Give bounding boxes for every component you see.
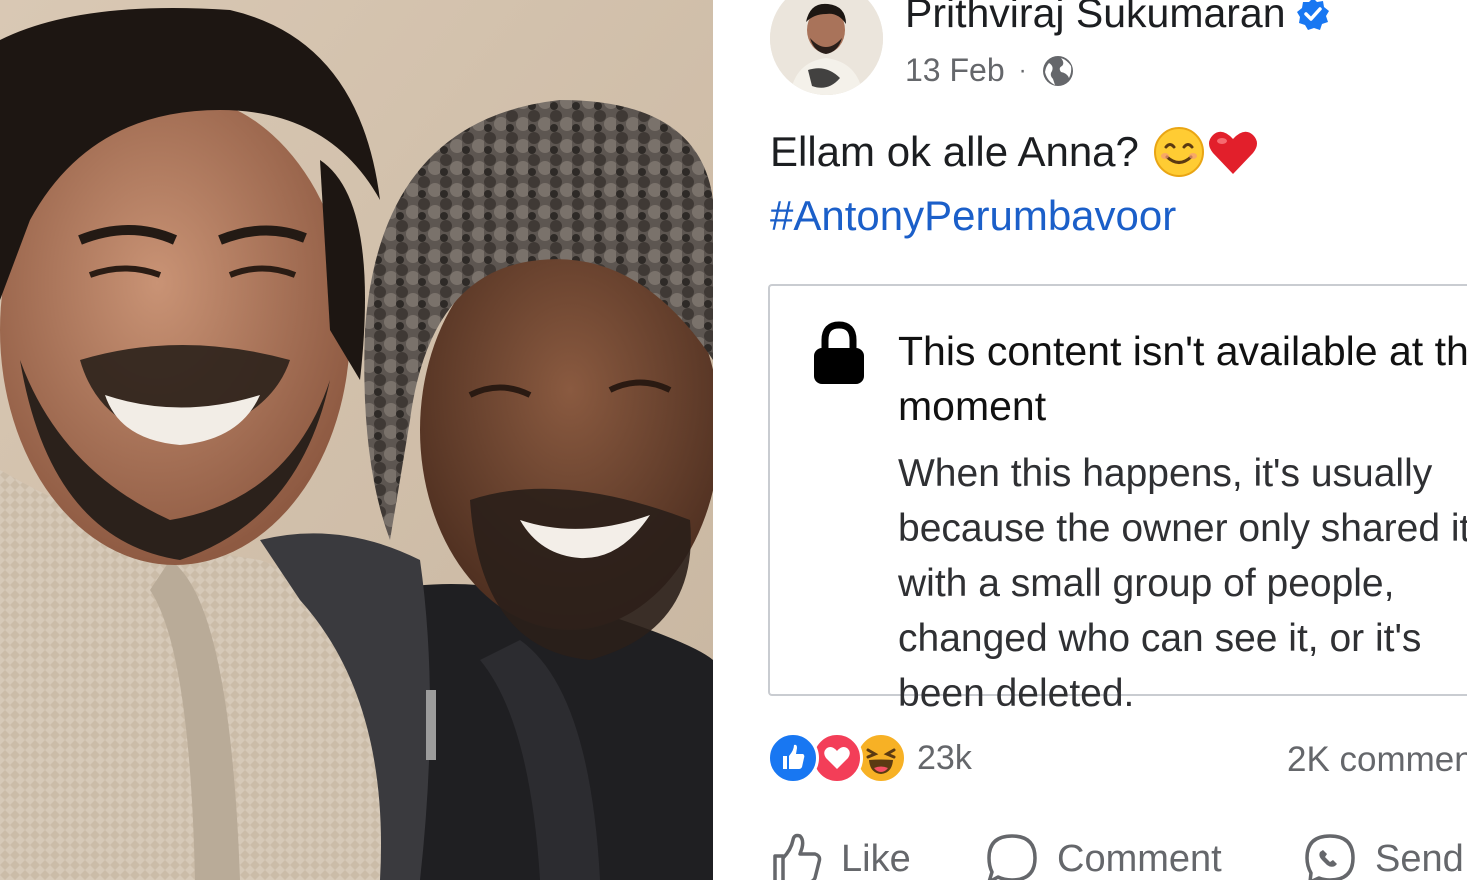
avatar-illustration [770, 0, 883, 95]
verified-badge-icon [1296, 0, 1329, 30]
send-button[interactable]: Send [1303, 832, 1464, 880]
comment-button[interactable]: Comment [985, 832, 1222, 880]
globe-icon[interactable] [1041, 54, 1075, 88]
messenger-icon [1305, 834, 1355, 880]
comment-label: Comment [1057, 837, 1222, 880]
unavailable-title: This content isn't available at the mome… [898, 328, 1467, 429]
facebook-post: Prithviraj Sukumaran 13 Feb · Ellam ok a… [713, 0, 1467, 880]
lock-icon [814, 321, 864, 384]
author-name[interactable]: Prithviraj Sukumaran [905, 0, 1286, 37]
smiling-emoji-icon [1153, 127, 1204, 177]
post-date[interactable]: 13 Feb [905, 52, 1005, 89]
like-button[interactable]: Like [769, 832, 911, 880]
meta-separator: · [1018, 56, 1027, 84]
reaction-count[interactable]: 23k [917, 739, 972, 778]
post-caption: Ellam ok alle Anna? [770, 126, 1259, 178]
like-label: Like [841, 837, 911, 880]
comments-count[interactable]: 2K comments [1287, 740, 1467, 780]
unavailable-content-box: This content isn't available at the mome… [768, 284, 1467, 715]
author-line: Prithviraj Sukumaran [905, 0, 1330, 37]
post-meta: 13 Feb · [905, 52, 1075, 89]
like-icon [767, 732, 819, 784]
hashtag-link[interactable]: #AntonyPerumbavoor [770, 192, 1176, 240]
post-photo[interactable] [0, 0, 713, 880]
speech-bubble-icon [987, 834, 1037, 880]
author-avatar[interactable] [770, 0, 883, 95]
unavailable-body: When this happens, it's usually because … [898, 452, 1467, 715]
thumbs-up-icon [773, 833, 822, 880]
red-heart-icon [1208, 131, 1257, 174]
send-label: Send [1375, 837, 1464, 880]
photo-illustration [0, 0, 713, 880]
reactions-summary[interactable]: 23k [767, 732, 972, 784]
caption-text: Ellam ok alle Anna? [770, 128, 1139, 175]
